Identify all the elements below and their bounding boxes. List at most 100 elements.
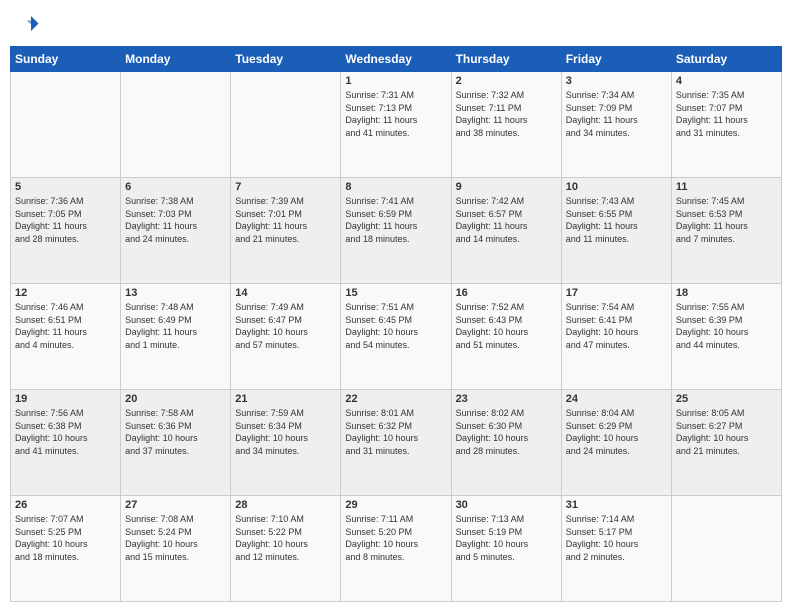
day-number: 30 bbox=[456, 499, 557, 511]
calendar-table: SundayMondayTuesdayWednesdayThursdayFrid… bbox=[10, 46, 782, 602]
week-row-1: 1 Sunrise: 7:31 AM Sunset: 7:13 PM Daylig… bbox=[11, 72, 782, 178]
day-cell: 8 Sunrise: 7:41 AM Sunset: 6:59 PM Daylig… bbox=[341, 178, 451, 284]
calendar-header-row: SundayMondayTuesdayWednesdayThursdayFrid… bbox=[11, 47, 782, 72]
day-number: 31 bbox=[566, 499, 667, 511]
day-cell: 13 Sunrise: 7:48 AM Sunset: 6:49 PM Dayli… bbox=[121, 284, 231, 390]
calendar-body: 1 Sunrise: 7:31 AM Sunset: 7:13 PM Daylig… bbox=[11, 72, 782, 602]
day-number: 17 bbox=[566, 287, 667, 299]
day-info: Sunrise: 7:42 AM Sunset: 6:57 PM Dayligh… bbox=[456, 195, 557, 245]
day-number: 21 bbox=[235, 393, 336, 405]
day-info: Sunrise: 7:14 AM Sunset: 5:17 PM Dayligh… bbox=[566, 513, 667, 563]
day-cell: 27 Sunrise: 7:08 AM Sunset: 5:24 PM Dayli… bbox=[121, 496, 231, 602]
day-number: 3 bbox=[566, 75, 667, 87]
day-cell: 9 Sunrise: 7:42 AM Sunset: 6:57 PM Daylig… bbox=[451, 178, 561, 284]
day-number: 23 bbox=[456, 393, 557, 405]
day-cell: 25 Sunrise: 8:05 AM Sunset: 6:27 PM Dayli… bbox=[671, 390, 781, 496]
day-info: Sunrise: 7:59 AM Sunset: 6:34 PM Dayligh… bbox=[235, 407, 336, 457]
day-cell: 14 Sunrise: 7:49 AM Sunset: 6:47 PM Dayli… bbox=[231, 284, 341, 390]
day-number: 25 bbox=[676, 393, 777, 405]
day-cell: 28Sunrise: 7:10 AM Sunset: 5:22 PM Dayli… bbox=[231, 496, 341, 602]
day-info: Sunrise: 7:07 AM Sunset: 5:25 PM Dayligh… bbox=[15, 513, 116, 563]
day-info: Sunrise: 7:34 AM Sunset: 7:09 PM Dayligh… bbox=[566, 89, 667, 139]
day-cell: 23 Sunrise: 8:02 AM Sunset: 6:30 PM Dayli… bbox=[451, 390, 561, 496]
day-cell: 31 Sunrise: 7:14 AM Sunset: 5:17 PM Dayli… bbox=[561, 496, 671, 602]
day-info: Sunrise: 7:49 AM Sunset: 6:47 PM Dayligh… bbox=[235, 301, 336, 351]
day-cell: 22 Sunrise: 8:01 AM Sunset: 6:32 PM Dayli… bbox=[341, 390, 451, 496]
day-number: 22 bbox=[345, 393, 446, 405]
day-number: 2 bbox=[456, 75, 557, 87]
day-cell bbox=[671, 496, 781, 602]
day-info: Sunrise: 7:48 AM Sunset: 6:49 PM Dayligh… bbox=[125, 301, 226, 351]
day-info: Sunrise: 8:02 AM Sunset: 6:30 PM Dayligh… bbox=[456, 407, 557, 457]
day-cell: 20Sunrise: 7:58 AM Sunset: 6:36 PM Dayli… bbox=[121, 390, 231, 496]
day-info: Sunrise: 8:05 AM Sunset: 6:27 PM Dayligh… bbox=[676, 407, 777, 457]
week-row-4: 19 Sunrise: 7:56 AM Sunset: 6:38 PM Dayli… bbox=[11, 390, 782, 496]
day-cell: 5 Sunrise: 7:36 AM Sunset: 7:05 PM Daylig… bbox=[11, 178, 121, 284]
logo bbox=[10, 10, 44, 40]
day-cell: 26 Sunrise: 7:07 AM Sunset: 5:25 PM Dayli… bbox=[11, 496, 121, 602]
day-number: 15 bbox=[345, 287, 446, 299]
day-info: Sunrise: 7:52 AM Sunset: 6:43 PM Dayligh… bbox=[456, 301, 557, 351]
logo-icon bbox=[10, 10, 40, 40]
day-header-tuesday: Tuesday bbox=[231, 47, 341, 72]
day-info: Sunrise: 7:11 AM Sunset: 5:20 PM Dayligh… bbox=[345, 513, 446, 563]
day-number: 19 bbox=[15, 393, 116, 405]
day-header-wednesday: Wednesday bbox=[341, 47, 451, 72]
day-cell: 6Sunrise: 7:38 AM Sunset: 7:03 PM Daylig… bbox=[121, 178, 231, 284]
day-cell: 16 Sunrise: 7:52 AM Sunset: 6:43 PM Dayli… bbox=[451, 284, 561, 390]
day-number: 26 bbox=[15, 499, 116, 511]
day-info: Sunrise: 7:35 AM Sunset: 7:07 PM Dayligh… bbox=[676, 89, 777, 139]
day-info: Sunrise: 7:41 AM Sunset: 6:59 PM Dayligh… bbox=[345, 195, 446, 245]
day-info: Sunrise: 7:36 AM Sunset: 7:05 PM Dayligh… bbox=[15, 195, 116, 245]
day-info: Sunrise: 7:13 AM Sunset: 5:19 PM Dayligh… bbox=[456, 513, 557, 563]
day-number: 8 bbox=[345, 181, 446, 193]
day-number: 28 bbox=[235, 499, 336, 511]
day-number: 27 bbox=[125, 499, 226, 511]
day-number: 18 bbox=[676, 287, 777, 299]
day-number: 13 bbox=[125, 287, 226, 299]
day-number: 20 bbox=[125, 393, 226, 405]
day-info: Sunrise: 7:45 AM Sunset: 6:53 PM Dayligh… bbox=[676, 195, 777, 245]
day-number: 9 bbox=[456, 181, 557, 193]
day-number: 14 bbox=[235, 287, 336, 299]
day-info: Sunrise: 7:46 AM Sunset: 6:51 PM Dayligh… bbox=[15, 301, 116, 351]
day-cell bbox=[121, 72, 231, 178]
day-number: 10 bbox=[566, 181, 667, 193]
day-info: Sunrise: 7:08 AM Sunset: 5:24 PM Dayligh… bbox=[125, 513, 226, 563]
day-info: Sunrise: 7:51 AM Sunset: 6:45 PM Dayligh… bbox=[345, 301, 446, 351]
day-cell: 30 Sunrise: 7:13 AM Sunset: 5:19 PM Dayli… bbox=[451, 496, 561, 602]
header bbox=[10, 10, 782, 40]
day-info: Sunrise: 8:01 AM Sunset: 6:32 PM Dayligh… bbox=[345, 407, 446, 457]
day-cell: 1 Sunrise: 7:31 AM Sunset: 7:13 PM Daylig… bbox=[341, 72, 451, 178]
day-cell: 7Sunrise: 7:39 AM Sunset: 7:01 PM Daylig… bbox=[231, 178, 341, 284]
day-cell: 4 Sunrise: 7:35 AM Sunset: 7:07 PM Daylig… bbox=[671, 72, 781, 178]
day-cell: 21 Sunrise: 7:59 AM Sunset: 6:34 PM Dayli… bbox=[231, 390, 341, 496]
day-number: 29 bbox=[345, 499, 446, 511]
day-cell: 11Sunrise: 7:45 AM Sunset: 6:53 PM Dayli… bbox=[671, 178, 781, 284]
day-info: Sunrise: 7:39 AM Sunset: 7:01 PM Dayligh… bbox=[235, 195, 336, 245]
day-info: Sunrise: 8:04 AM Sunset: 6:29 PM Dayligh… bbox=[566, 407, 667, 457]
day-header-thursday: Thursday bbox=[451, 47, 561, 72]
day-cell: 3 Sunrise: 7:34 AM Sunset: 7:09 PM Daylig… bbox=[561, 72, 671, 178]
day-number: 16 bbox=[456, 287, 557, 299]
day-info: Sunrise: 7:32 AM Sunset: 7:11 PM Dayligh… bbox=[456, 89, 557, 139]
day-info: Sunrise: 7:38 AM Sunset: 7:03 PM Dayligh… bbox=[125, 195, 226, 245]
week-row-5: 26 Sunrise: 7:07 AM Sunset: 5:25 PM Dayli… bbox=[11, 496, 782, 602]
week-row-3: 12 Sunrise: 7:46 AM Sunset: 6:51 PM Dayli… bbox=[11, 284, 782, 390]
day-cell: 2 Sunrise: 7:32 AM Sunset: 7:11 PM Daylig… bbox=[451, 72, 561, 178]
day-number: 4 bbox=[676, 75, 777, 87]
day-info: Sunrise: 7:31 AM Sunset: 7:13 PM Dayligh… bbox=[345, 89, 446, 139]
day-header-monday: Monday bbox=[121, 47, 231, 72]
day-cell: 10Sunrise: 7:43 AM Sunset: 6:55 PM Dayli… bbox=[561, 178, 671, 284]
day-cell bbox=[11, 72, 121, 178]
day-number: 12 bbox=[15, 287, 116, 299]
day-header-friday: Friday bbox=[561, 47, 671, 72]
day-info: Sunrise: 7:56 AM Sunset: 6:38 PM Dayligh… bbox=[15, 407, 116, 457]
day-number: 5 bbox=[15, 181, 116, 193]
day-info: Sunrise: 7:55 AM Sunset: 6:39 PM Dayligh… bbox=[676, 301, 777, 351]
day-number: 1 bbox=[345, 75, 446, 87]
day-cell: 18 Sunrise: 7:55 AM Sunset: 6:39 PM Dayli… bbox=[671, 284, 781, 390]
day-cell bbox=[231, 72, 341, 178]
day-cell: 12 Sunrise: 7:46 AM Sunset: 6:51 PM Dayli… bbox=[11, 284, 121, 390]
day-info: Sunrise: 7:54 AM Sunset: 6:41 PM Dayligh… bbox=[566, 301, 667, 351]
